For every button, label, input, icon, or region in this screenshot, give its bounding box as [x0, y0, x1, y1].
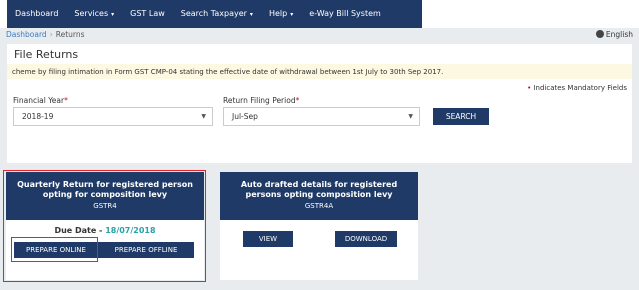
breadcrumb-dashboard-link[interactable]: Dashboard	[6, 30, 47, 39]
return-period-label: Return Filing Period*	[223, 96, 300, 105]
gstr4-card: Quarterly Return for registered person o…	[6, 172, 204, 280]
search-button[interactable]: SEARCH	[433, 108, 489, 125]
financial-year-value: 2018-19	[22, 112, 54, 121]
nav-dashboard[interactable]: Dashboard	[7, 0, 66, 28]
language-label: English	[605, 30, 633, 39]
view-button[interactable]: VIEW	[243, 231, 293, 247]
financial-year-label: Financial Year*	[13, 96, 68, 105]
due-date-value: 18/07/2018	[105, 226, 156, 235]
notice-banner: cheme by filing intimation in Form GST C…	[7, 64, 632, 79]
financial-year-select[interactable]: 2018-19 ▼	[13, 107, 213, 126]
required-bullet: •	[527, 84, 532, 92]
return-period-select[interactable]: Jul-Sep ▼	[223, 107, 420, 126]
mandatory-fields-note: • Indicates Mandatory Fields	[527, 84, 627, 92]
nav-search-taxpayer[interactable]: Search Taxpayer ▾	[173, 0, 261, 28]
required-mark: *	[295, 96, 300, 105]
nav-gst-law[interactable]: GST Law	[122, 0, 173, 28]
notice-text: cheme by filing intimation in Form GST C…	[12, 68, 444, 76]
breadcrumb-separator: ›	[49, 30, 53, 39]
nav-bar: Dashboard Services ▾ GST Law Search Taxpa…	[7, 0, 422, 28]
breadcrumb-current: Returns	[55, 30, 85, 39]
dropdown-arrow-icon: ▼	[201, 113, 206, 120]
prepare-offline-button[interactable]: PREPARE OFFLINE	[98, 242, 194, 258]
gstr4a-card-header: Auto drafted details for registered pers…	[220, 172, 418, 220]
chevron-down-icon: ▾	[290, 11, 294, 18]
nav-eway-bill[interactable]: e-Way Bill System	[301, 0, 389, 28]
language-selector[interactable]: English	[595, 30, 633, 39]
gstr4a-form-code: GSTR4A	[304, 202, 334, 210]
chevron-down-icon: ▾	[111, 11, 115, 18]
nav-services[interactable]: Services ▾	[66, 0, 122, 28]
dropdown-arrow-icon: ▼	[408, 113, 413, 120]
prepare-online-button[interactable]: PREPARE ONLINE	[14, 242, 98, 258]
gstr4-form-code: GSTR4	[93, 202, 117, 210]
top-navigation: Dashboard Services ▾ GST Law Search Taxpa…	[0, 0, 639, 28]
gstr4a-card: Auto drafted details for registered pers…	[220, 172, 418, 280]
due-date-label: Due Date -	[54, 226, 103, 235]
globe-icon	[595, 30, 604, 38]
breadcrumb-bar: Dashboard › Returns English	[0, 28, 639, 42]
required-mark: *	[64, 96, 68, 105]
file-returns-panel: File Returns cheme by filing intimation …	[7, 44, 632, 163]
gstr4-card-title: Quarterly Return for registered person o…	[17, 180, 193, 199]
return-period-value: Jul-Sep	[232, 112, 258, 121]
page-title: File Returns	[14, 48, 79, 61]
due-date: Due Date - 18/07/2018	[6, 226, 204, 235]
nav-help[interactable]: Help ▾	[261, 0, 301, 28]
chevron-down-icon: ▾	[249, 11, 253, 18]
mandatory-label: Indicates Mandatory Fields	[533, 84, 627, 92]
download-button[interactable]: DOWNLOAD	[335, 231, 397, 247]
gstr4-card-header: Quarterly Return for registered person o…	[6, 172, 204, 220]
gstr4a-card-title: Auto drafted details for registered pers…	[240, 180, 398, 199]
breadcrumb: Dashboard › Returns	[6, 30, 85, 39]
